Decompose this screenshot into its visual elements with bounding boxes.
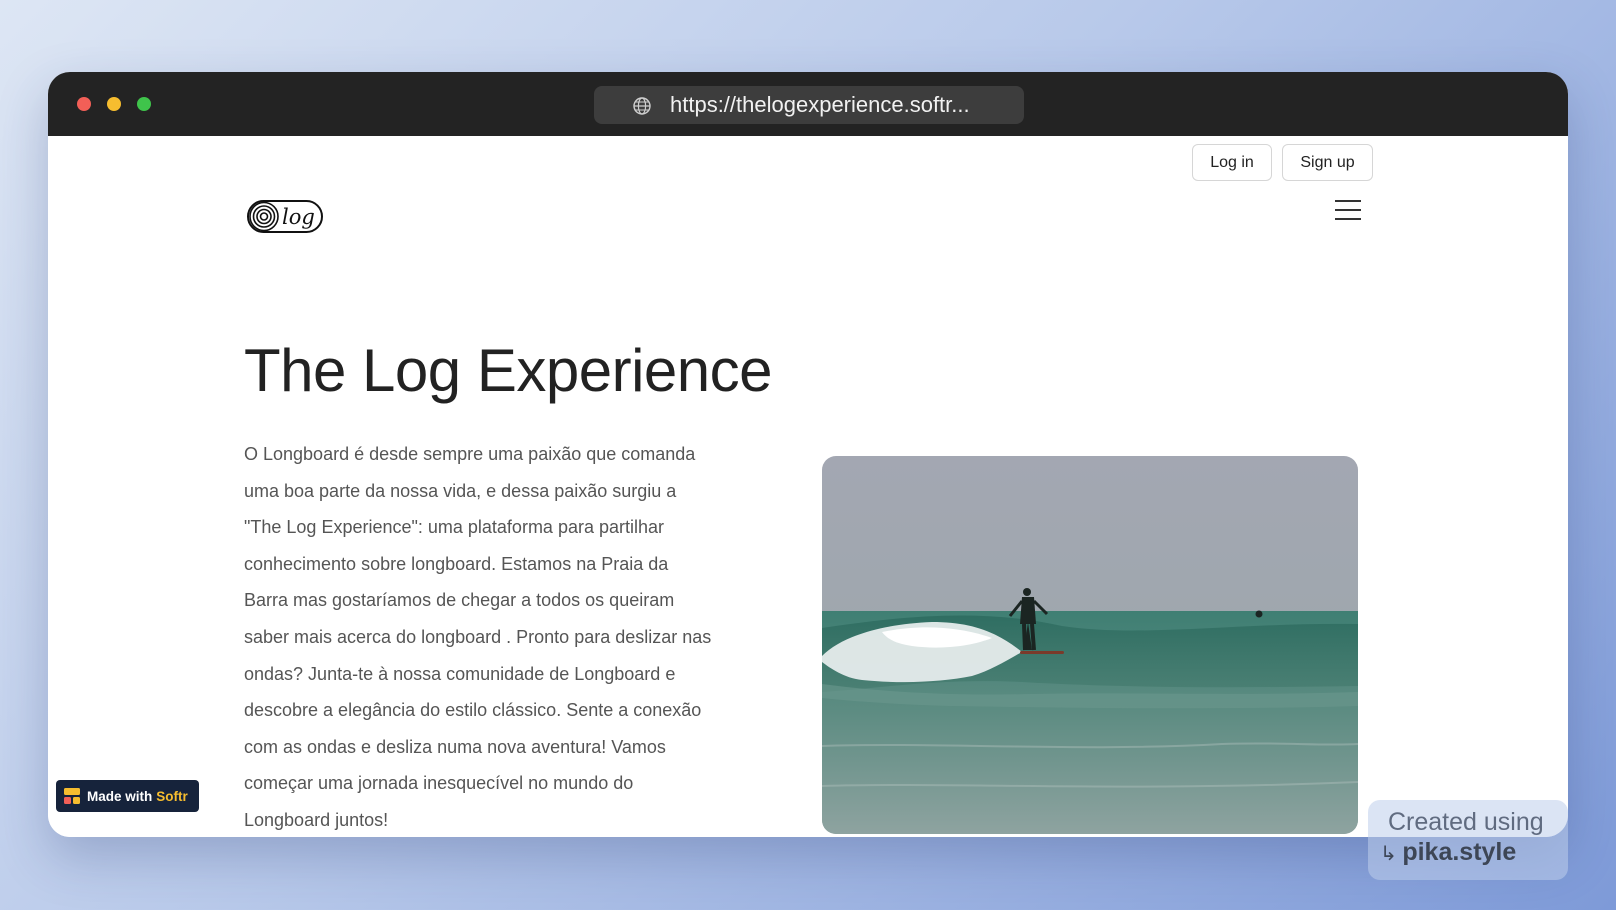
- login-button[interactable]: Log in: [1192, 144, 1272, 181]
- softr-logo-icon: [64, 788, 80, 804]
- pika-watermark: Created using ↳ pika.style: [1368, 800, 1568, 880]
- watermark-brand: pika.style: [1402, 838, 1517, 866]
- browser-titlebar: https://thelogexperience.softr...: [48, 72, 1568, 136]
- page-content: Log in Sign up log The Log Experience O …: [48, 136, 1568, 837]
- minimize-window-button[interactable]: [107, 97, 121, 111]
- surfer-photo: [822, 456, 1358, 834]
- watermark-line-2: ↳ pika.style: [1380, 838, 1516, 867]
- made-with-softr-badge[interactable]: Made with Softr: [56, 780, 199, 812]
- watermark-line-1: Created using: [1388, 808, 1544, 836]
- badge-brand: Softr: [156, 788, 188, 804]
- page-title: The Log Experience: [244, 337, 773, 404]
- logo-text: log: [282, 205, 315, 229]
- url-text: https://thelogexperience.softr...: [670, 92, 970, 117]
- address-bar[interactable]: https://thelogexperience.softr...: [594, 86, 1024, 124]
- hamburger-menu-icon[interactable]: [1335, 200, 1363, 222]
- intro-paragraph: O Longboard é desde sempre uma paixão qu…: [244, 444, 712, 830]
- close-window-button[interactable]: [77, 97, 91, 111]
- globe-icon: [633, 97, 651, 115]
- badge-prefix: Made with: [87, 788, 153, 804]
- browser-window: https://thelogexperience.softr... Log in…: [48, 72, 1568, 837]
- maximize-window-button[interactable]: [137, 97, 151, 111]
- return-arrow-icon: ↳: [1380, 843, 1403, 865]
- site-logo[interactable]: log: [246, 198, 326, 241]
- signup-button[interactable]: Sign up: [1282, 144, 1373, 181]
